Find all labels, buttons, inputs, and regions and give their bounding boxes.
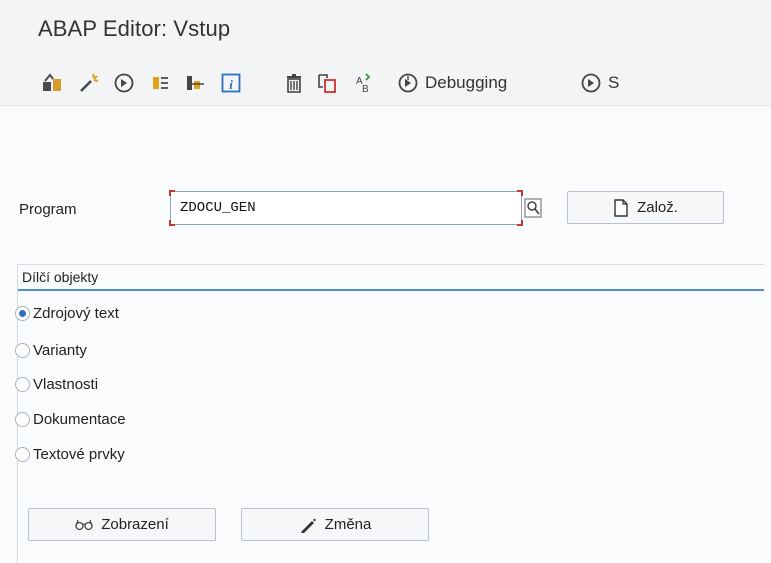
- copy-icon[interactable]: [315, 71, 339, 95]
- application-toolbar: i AB Debugging S: [0, 60, 771, 106]
- radio-label: Dokumentace: [33, 411, 126, 428]
- radio-label: Varianty: [33, 342, 87, 359]
- group-title: Dílčí objekty: [22, 269, 99, 285]
- magic-wand-icon[interactable]: [77, 71, 101, 95]
- create-label: Založ.: [637, 199, 678, 216]
- change-button[interactable]: Změna: [241, 508, 429, 541]
- program-label: Program: [19, 201, 77, 218]
- where-used-icon[interactable]: [149, 71, 173, 95]
- group-divider: [18, 289, 764, 291]
- radio-source-text[interactable]: Zdrojový text: [15, 305, 119, 322]
- radio-button[interactable]: [15, 447, 30, 462]
- radio-attributes[interactable]: Vlastnosti: [15, 376, 98, 393]
- svg-text:B: B: [362, 84, 369, 94]
- change-label: Změna: [324, 516, 372, 533]
- window-title: ABAP Editor: Vstup: [38, 16, 231, 41]
- radio-documentation[interactable]: Dokumentace: [15, 411, 126, 428]
- truncated-toolbar-button[interactable]: S: [580, 68, 619, 98]
- create-button[interactable]: Založ.: [567, 191, 724, 224]
- radio-variants[interactable]: Varianty: [15, 342, 87, 359]
- debugging-button[interactable]: Debugging: [397, 68, 507, 98]
- display-button[interactable]: Zobrazení: [28, 508, 216, 541]
- radio-selected-dot: [19, 310, 26, 317]
- execute-icon[interactable]: [112, 71, 136, 95]
- debugging-label: Debugging: [425, 73, 508, 92]
- title-bar: ABAP Editor: Vstup: [0, 0, 771, 60]
- rename-icon[interactable]: AB: [351, 71, 375, 95]
- debug-icon: [398, 73, 418, 93]
- hierarchy-icon[interactable]: [183, 71, 207, 95]
- info-icon[interactable]: i: [219, 71, 243, 95]
- radio-button[interactable]: [15, 306, 30, 321]
- execute-icon: [581, 73, 601, 93]
- object-list-icon[interactable]: [40, 71, 64, 95]
- glasses-icon: [75, 519, 93, 530]
- pencil-icon: [300, 518, 316, 533]
- radio-label: Zdrojový text: [33, 305, 119, 322]
- radio-label: Textové prvky: [33, 446, 125, 463]
- value-help-button[interactable]: [523, 195, 543, 221]
- new-document-icon: [614, 198, 628, 217]
- radio-label: Vlastnosti: [33, 376, 99, 393]
- radio-button[interactable]: [15, 377, 30, 392]
- truncated-label: S: [608, 73, 620, 92]
- display-label: Zobrazení: [101, 516, 169, 533]
- radio-button[interactable]: [15, 343, 30, 358]
- program-input-value: ZDOCU_GEN: [180, 200, 256, 216]
- program-input[interactable]: ZDOCU_GEN: [169, 190, 523, 226]
- search-icon: [524, 198, 542, 218]
- radio-text-elements[interactable]: Textové prvky: [15, 446, 125, 463]
- svg-text:i: i: [229, 77, 233, 92]
- delete-icon[interactable]: [282, 71, 306, 95]
- radio-button[interactable]: [15, 412, 30, 427]
